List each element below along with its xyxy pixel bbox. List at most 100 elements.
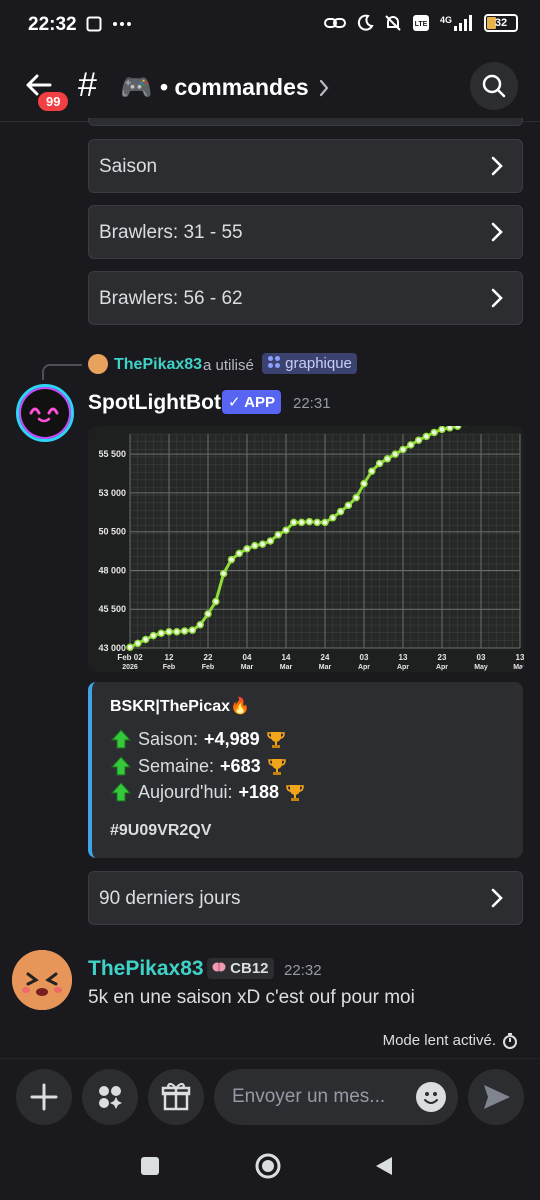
- data-point: [422, 432, 431, 441]
- data-point: [329, 513, 337, 522]
- data-point: [297, 518, 306, 527]
- svg-text:LTE: LTE: [415, 21, 428, 28]
- x-tick-sublabel: Feb: [163, 664, 175, 671]
- svg-text:4G: 4G: [440, 15, 452, 25]
- attach-button[interactable]: [16, 1069, 72, 1125]
- x-tick-label: 24: [321, 653, 330, 662]
- arrow-up-icon: [110, 729, 132, 749]
- data-point: [188, 626, 197, 634]
- data-point: [282, 526, 290, 534]
- smiley-icon: [424, 1092, 438, 1104]
- reply-avatar[interactable]: [88, 354, 108, 374]
- chart-svg: 43 000 45 500 48 000 50 500 53 000 55 500 Feb …: [88, 426, 524, 672]
- link-icon: [324, 18, 346, 28]
- embed-line-label: Semaine:: [138, 755, 215, 776]
- bot-avatar[interactable]: [16, 384, 74, 442]
- back-triangle-icon[interactable]: [372, 1154, 396, 1178]
- reply-username[interactable]: ThePikax83: [114, 356, 202, 374]
- gift-icon: [161, 1082, 191, 1111]
- search-button[interactable]: [470, 62, 518, 110]
- more-icon: [113, 22, 131, 26]
- chevron-right-icon[interactable]: [318, 78, 330, 98]
- data-point: [173, 627, 181, 636]
- data-point: [414, 436, 423, 444]
- y-tick-label: 53 000: [98, 488, 126, 498]
- send-button[interactable]: [468, 1069, 524, 1125]
- menu-button-saison[interactable]: Saison: [88, 139, 523, 193]
- data-point: [375, 459, 384, 468]
- message-text: 5k en une saison xD c'est ouf pour moi: [88, 987, 415, 1008]
- slow-mode-text: Mode lent activé.: [382, 1032, 496, 1049]
- data-point: [360, 479, 368, 488]
- data-point: [266, 537, 275, 545]
- data-point: [243, 545, 251, 553]
- menu-button-label: Brawlers: 31 - 55: [99, 222, 243, 243]
- data-point: [227, 555, 236, 564]
- data-point: [352, 493, 360, 502]
- system-nav-bar: [0, 1138, 540, 1200]
- bot-username[interactable]: SpotLightBot: [88, 391, 221, 415]
- data-point: [344, 501, 353, 510]
- menu-button-label: 90 derniers jours: [99, 888, 241, 909]
- data-point: [383, 455, 392, 463]
- data-point: [180, 627, 189, 635]
- channel-header: 99 # 🎮 • commandes: [0, 52, 540, 122]
- message-timestamp: 22:31: [293, 395, 331, 412]
- player-tag: #9U09VR2QV: [110, 822, 212, 839]
- slash-command-chip[interactable]: graphique: [262, 353, 357, 374]
- x-tick-sublabel: Apr: [436, 664, 448, 671]
- data-point: [430, 428, 438, 437]
- data-point: [407, 441, 415, 449]
- data-point: [219, 569, 228, 578]
- x-tick-sublabel: 2026: [122, 664, 138, 671]
- trophy-icon: [266, 732, 285, 748]
- moon-icon: [357, 14, 374, 31]
- data-point: [446, 426, 454, 432]
- message-input[interactable]: Envoyer un mes...: [214, 1069, 458, 1125]
- embed-line-value: +683: [220, 755, 261, 776]
- apps-button[interactable]: [82, 1069, 138, 1125]
- menu-button-brawlers-31-55[interactable]: Brawlers: 31 - 55: [88, 205, 523, 259]
- message-timestamp: 22:32: [284, 962, 322, 979]
- trophy-chart[interactable]: 43 000 45 500 48 000 50 500 53 000 55 500 Feb …: [88, 426, 524, 672]
- y-tick-label: 50 500: [98, 527, 126, 537]
- embed-line-label: Saison:: [138, 728, 199, 749]
- data-point: [336, 507, 345, 516]
- data-point: [258, 540, 267, 548]
- x-tick-sublabel: Mar: [319, 664, 332, 671]
- embed-author: BSKR|ThePicax🔥: [110, 698, 250, 715]
- send-icon: [484, 1085, 510, 1109]
- x-tick-sublabel: Mar: [241, 664, 254, 671]
- data-point: [251, 541, 259, 550]
- data-point: [399, 445, 407, 454]
- gift-button[interactable]: [148, 1069, 204, 1125]
- unread-badge: 99: [36, 90, 71, 113]
- data-point: [165, 627, 173, 636]
- slow-mode-notice: Mode lent activé.: [383, 1032, 518, 1049]
- recents-icon[interactable]: [138, 1154, 162, 1178]
- clan-tag: CB12: [230, 960, 269, 977]
- gamepad-icon: 🎮: [120, 72, 153, 102]
- emoji-button[interactable]: [416, 1082, 446, 1112]
- user-username[interactable]: ThePikax83: [88, 957, 204, 981]
- embed-line-season: Saison: +4,989: [110, 728, 286, 750]
- user-avatar[interactable]: [12, 950, 72, 1010]
- data-point: [305, 517, 314, 526]
- x-tick-label: 23: [438, 653, 447, 662]
- y-tick-label: 48 000: [98, 565, 126, 575]
- clan-tag-badge[interactable]: CB12: [207, 958, 274, 979]
- x-tick-sublabel: May: [474, 664, 488, 671]
- data-point: [391, 450, 399, 458]
- x-tick-sublabel: Feb: [202, 664, 214, 671]
- y-tick-label: 45 500: [98, 604, 126, 614]
- menu-button-90-days[interactable]: 90 derniers jours: [88, 871, 523, 925]
- menu-button-label: Brawlers: 56 - 62: [99, 288, 243, 309]
- home-icon[interactable]: [254, 1152, 282, 1180]
- data-point: [212, 597, 220, 606]
- x-tick-label: 03: [360, 653, 369, 662]
- x-tick-sublabel: Apr: [397, 664, 409, 671]
- command-name: graphique: [285, 355, 352, 372]
- channel-name[interactable]: • commandes: [160, 74, 309, 101]
- menu-button-brawlers-56-62[interactable]: Brawlers: 56 - 62: [88, 271, 523, 325]
- x-tick-label: 13: [399, 653, 408, 662]
